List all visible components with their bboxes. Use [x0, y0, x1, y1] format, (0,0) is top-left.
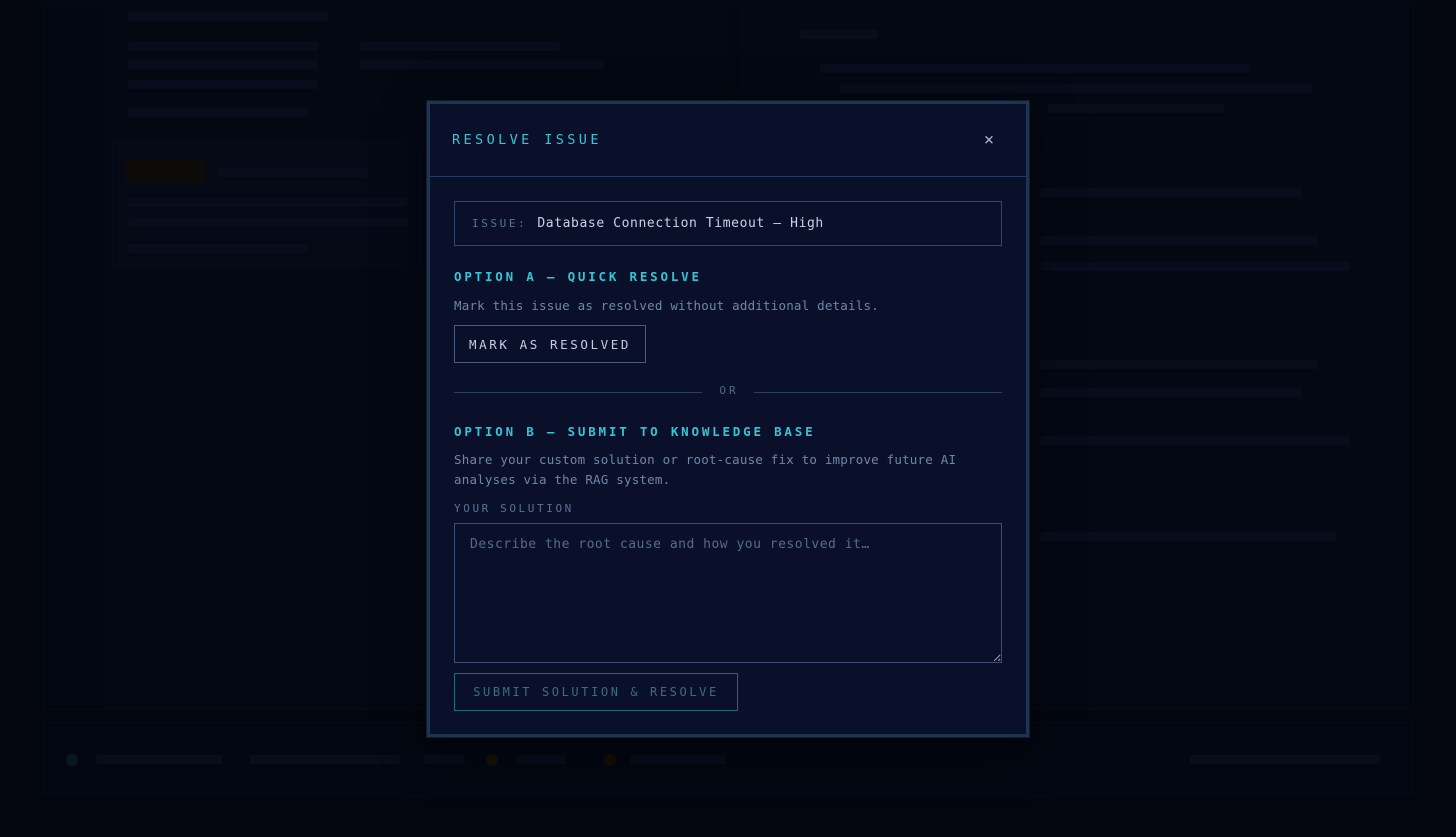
option-a-description: Mark this issue as resolved without addi… [454, 298, 879, 313]
option-b-description: Share your custom solution or root-cause… [454, 452, 957, 487]
option-b-title: OPTION B — SUBMIT TO KNOWLEDGE BASE [454, 424, 816, 439]
issue-label: ISSUE: [472, 217, 528, 230]
divider-line-left [454, 392, 702, 393]
resolve-issue-dialog: RESOLVE ISSUE × ISSUE: Database Connecti… [427, 101, 1029, 737]
option-a-title: OPTION A — QUICK RESOLVE [454, 269, 702, 284]
solution-field-label: YOUR SOLUTION [454, 502, 574, 515]
divider-line-right [754, 392, 1002, 393]
issue-summary: ISSUE: Database Connection Timeout — Hig… [454, 201, 1002, 246]
divider-or-label: OR [719, 384, 739, 397]
close-icon[interactable]: × [978, 129, 1000, 151]
issue-value: Database Connection Timeout — High [537, 216, 824, 231]
solution-textarea[interactable] [454, 523, 1002, 663]
submit-solution-button[interactable]: SUBMIT SOLUTION & RESOLVE [454, 673, 738, 711]
dialog-title: RESOLVE ISSUE [452, 132, 602, 148]
dialog-header: RESOLVE ISSUE × [430, 104, 1026, 177]
mark-as-resolved-button[interactable]: MARK AS RESOLVED [454, 325, 646, 363]
